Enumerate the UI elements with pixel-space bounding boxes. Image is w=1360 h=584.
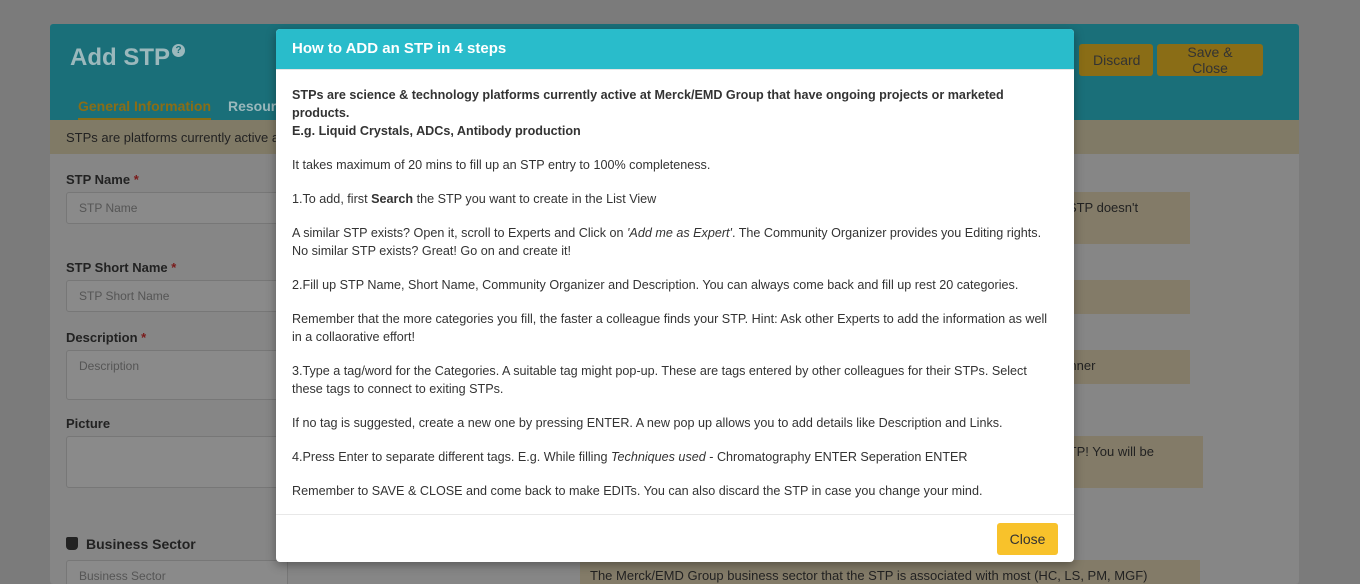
modal-time-text: It takes maximum of 20 mins to fill up a… xyxy=(292,158,711,172)
stp-name-label: STP Name * xyxy=(66,172,139,187)
tab-general-information[interactable]: General Information xyxy=(78,98,212,121)
business-sector-label: Business Sector xyxy=(66,536,196,552)
modal-notag: If no tag is suggested, create a new one… xyxy=(292,416,1003,430)
modal-step4: 4.Press Enter to separate different tags… xyxy=(292,448,1058,466)
step4-suffix: - Chromatography ENTER Seperation ENTER xyxy=(705,450,968,464)
stp-short-name-label-text: STP Short Name xyxy=(66,260,168,275)
description-input[interactable]: Description xyxy=(66,350,288,400)
business-sector-placeholder: Business Sector xyxy=(79,569,166,583)
required-marker: * xyxy=(141,330,147,345)
description-label: Description * xyxy=(66,330,146,345)
help-icon[interactable]: ? xyxy=(172,44,185,57)
modal-footer: Close xyxy=(276,514,1074,562)
save-close-button[interactable]: Save & Close xyxy=(1157,44,1263,76)
stp-short-name-input[interactable]: STP Short Name xyxy=(66,280,288,312)
business-sector-label-text: Business Sector xyxy=(86,536,196,552)
step4-italic: Techniques used xyxy=(610,450,706,464)
modal-body: STPs are science & technology platforms … xyxy=(276,70,1074,500)
stp-short-name-label: STP Short Name * xyxy=(66,260,176,275)
modal-title: How to ADD an STP in 4 steps xyxy=(276,29,1074,70)
stp-short-name-placeholder: STP Short Name xyxy=(79,289,170,303)
discard-button[interactable]: Discard xyxy=(1079,44,1153,76)
modal-lead-line2: E.g. Liquid Crystals, ADCs, Antibody pro… xyxy=(292,124,581,138)
picture-label: Picture xyxy=(66,416,111,431)
modal-lead: STPs are science & technology platforms … xyxy=(292,86,1058,140)
step1-search-bold: Search xyxy=(371,192,414,206)
description-label-text: Description xyxy=(66,330,138,345)
modal-remember: Remember that the more categories you fi… xyxy=(292,312,1048,344)
modal-lead-line1: STPs are science & technology platforms … xyxy=(292,88,1004,120)
stp-name-label-text: STP Name xyxy=(66,172,131,187)
similar-italic: 'Add me as Expert' xyxy=(627,226,732,240)
page-title: Add STP xyxy=(70,44,170,71)
info-banner-text: STPs are platforms currently active at xyxy=(66,130,283,145)
stp-name-placeholder: STP Name xyxy=(79,201,138,215)
modal-step1: 1.To add, first Search the STP you want … xyxy=(292,190,1058,208)
help-modal: How to ADD an STP in 4 steps STPs are sc… xyxy=(276,29,1074,562)
side-note: The Merck/EMD Group business sector that… xyxy=(580,560,1200,584)
business-sector-input[interactable]: Business Sector xyxy=(66,560,288,584)
required-marker: * xyxy=(133,172,139,187)
modal-step2: 2.Fill up STP Name, Short Name, Communit… xyxy=(292,278,1019,292)
modal-step3: 3.Type a tag/word for the Categories. A … xyxy=(292,364,1027,396)
picture-upload[interactable] xyxy=(66,436,288,488)
close-button[interactable]: Close xyxy=(997,523,1058,555)
similar-prefix: A similar STP exists? Open it, scroll to… xyxy=(292,226,628,240)
side-note-text: The Merck/EMD Group business sector that… xyxy=(590,568,1148,583)
description-placeholder: Description xyxy=(79,359,140,373)
step1-suffix: the STP you want to create in the List V… xyxy=(413,192,657,206)
business-person-icon xyxy=(66,537,78,550)
step4-prefix: 4.Press Enter to separate different tags… xyxy=(292,450,611,464)
modal-similar: A similar STP exists? Open it, scroll to… xyxy=(292,224,1058,260)
step1-prefix: 1.To add, first xyxy=(292,192,372,206)
modal-save: Remember to SAVE & CLOSE and come back t… xyxy=(292,484,983,498)
required-marker: * xyxy=(171,260,177,275)
stp-name-input[interactable]: STP Name xyxy=(66,192,288,224)
side-note-text: STP! You will be xyxy=(1060,444,1154,459)
